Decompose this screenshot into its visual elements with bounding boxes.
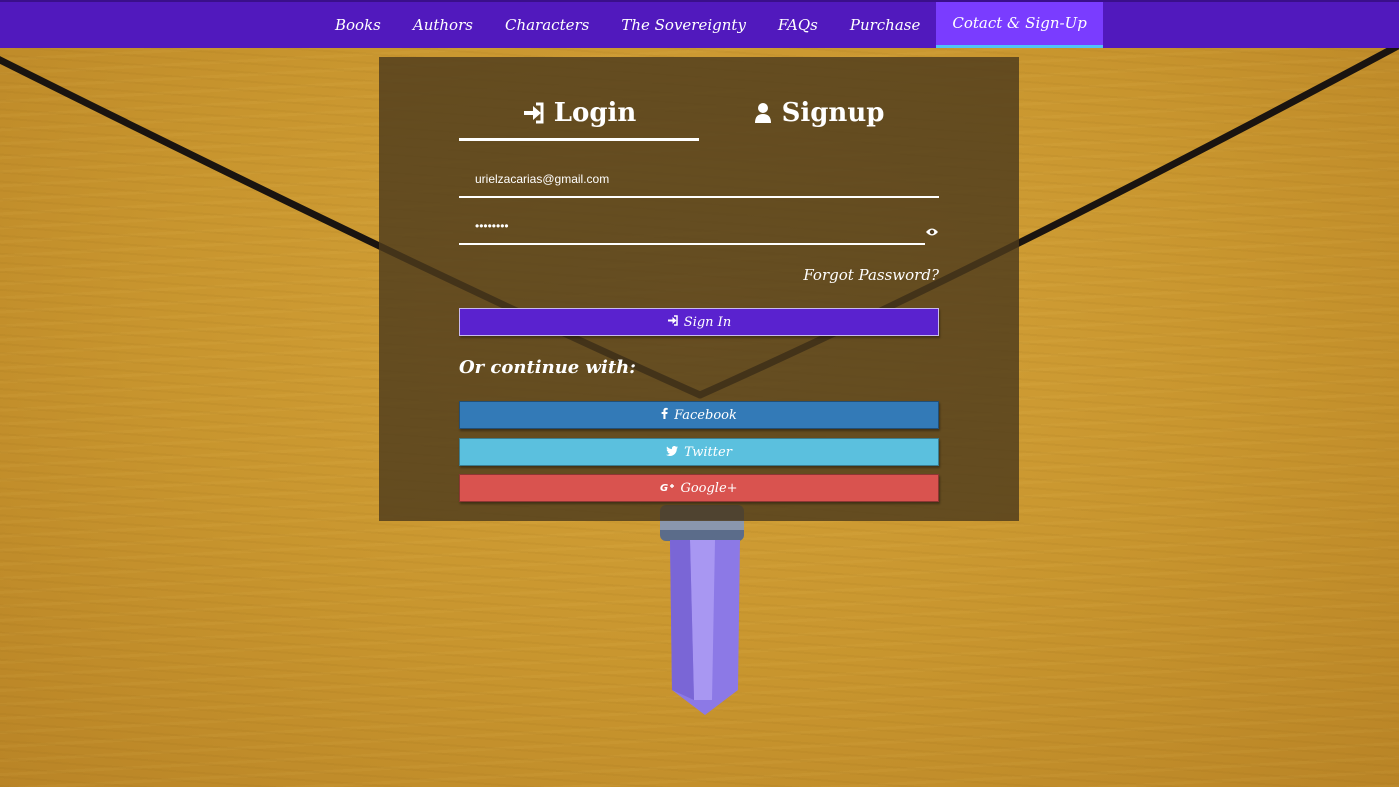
nav-item-purchase[interactable]: Purchase xyxy=(834,2,937,48)
tab-login[interactable]: Login xyxy=(459,87,699,141)
auth-tabs: Login Signup xyxy=(459,87,939,141)
sign-in-button[interactable]: Sign In xyxy=(459,308,939,336)
twitter-icon xyxy=(666,445,679,460)
sign-in-icon xyxy=(667,314,678,330)
nav-item-contact-signup[interactable]: Cotact & Sign-Up xyxy=(936,2,1103,48)
twitter-button[interactable]: Twitter xyxy=(459,438,939,466)
nav-item-faqs[interactable]: FAQs xyxy=(762,2,834,48)
password-field-wrapper xyxy=(459,211,925,245)
tab-signup[interactable]: Signup xyxy=(699,87,939,138)
google-plus-icon: G xyxy=(660,481,675,496)
sign-in-icon xyxy=(522,102,544,124)
email-field[interactable] xyxy=(459,164,899,194)
nav-list: Books Authors Characters The Sovereignty… xyxy=(319,2,1103,48)
email-field-wrapper xyxy=(459,164,939,198)
facebook-label: Facebook xyxy=(674,407,737,423)
continue-with-heading: Or continue with: xyxy=(459,357,636,378)
user-icon xyxy=(754,102,772,124)
eye-icon[interactable] xyxy=(925,222,939,241)
google-plus-button[interactable]: G Google+ xyxy=(459,474,939,502)
nav-item-characters[interactable]: Characters xyxy=(489,2,605,48)
twitter-label: Twitter xyxy=(684,444,732,460)
password-field[interactable] xyxy=(459,211,899,241)
forgot-password-link[interactable]: Forgot Password? xyxy=(803,266,939,284)
google-plus-label: Google+ xyxy=(680,480,738,496)
facebook-icon xyxy=(661,407,668,423)
sign-in-label: Sign In xyxy=(683,314,732,330)
nav-item-books[interactable]: Books xyxy=(319,2,397,48)
tab-signup-label: Signup xyxy=(781,97,885,128)
svg-text:G: G xyxy=(660,483,668,492)
auth-panel: Login Signup Forgot Password? xyxy=(379,57,1019,521)
nav-item-the-sovereignty[interactable]: The Sovereignty xyxy=(605,2,762,48)
facebook-button[interactable]: Facebook xyxy=(459,401,939,429)
tab-login-label: Login xyxy=(553,97,637,128)
top-navbar: Books Authors Characters The Sovereignty… xyxy=(0,0,1399,48)
nav-item-authors[interactable]: Authors xyxy=(397,2,489,48)
